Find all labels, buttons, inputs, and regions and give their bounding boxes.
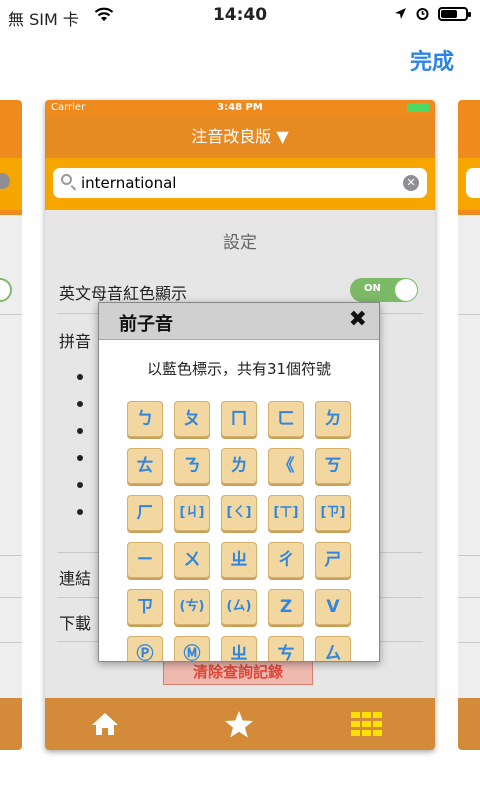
list-bullet [77,428,83,434]
previous-card-preview[interactable] [0,100,22,750]
symbol-key[interactable]: Ⓟ [127,636,163,661]
list-bullet [77,455,83,461]
battery-icon [438,6,471,21]
alarm-icon [416,8,429,20]
status-bar: 無 SIM 卡 14:40 [0,0,480,30]
app-battery-icon [407,103,429,112]
symbol-key[interactable]: Z [268,589,304,625]
symbol-key[interactable]: ㄘ [268,636,304,661]
status-icons [394,6,471,21]
symbol-key[interactable]: ㄆ [174,401,210,437]
symbol-key[interactable]: ㄏ [127,495,163,531]
close-icon[interactable]: ✖ [349,307,367,332]
symbol-key[interactable]: [ㄑ] [221,495,257,531]
symbol-key[interactable]: ㄙ [315,636,351,661]
popup-description: 以藍色標示，共有31個符號 [146,360,332,378]
settings-title: 設定 [223,233,257,253]
star-icon[interactable] [224,710,254,738]
symbol-key[interactable]: ㄗ [127,589,163,625]
list-bullet [77,374,83,380]
tab-bar [45,698,435,750]
symbol-key[interactable]: [ㄐ] [174,495,210,531]
symbol-key[interactable]: [ㄒ] [268,495,304,531]
next-card-preview[interactable] [458,100,480,750]
symbol-key[interactable]: Ⓜ [174,636,210,661]
search-bar: ✕ [45,158,435,210]
list-bullet [77,401,83,407]
symbol-key[interactable]: ㄋ [174,448,210,484]
symbol-key[interactable]: ㄔ [268,542,304,578]
symbol-key[interactable]: ㄇ [221,401,257,437]
symbol-key[interactable]: ㄓ [221,636,257,661]
symbol-key[interactable]: ㄎ [315,448,351,484]
symbol-key[interactable]: ㄌ [221,448,257,484]
symbol-key[interactable]: ㄓ [221,542,257,578]
pinyin-row-label: 拼音 [59,332,92,351]
symbol-key[interactable]: ㄉ [315,401,351,437]
symbol-key[interactable]: ㄈ [268,401,304,437]
symbol-key[interactable]: ㄕ [315,542,351,578]
vowel-highlight-label: 英文母音紅色顯示 [59,284,188,303]
popup-title: 前子音 [119,314,173,335]
consonant-popup[interactable]: 前子音 ✖ 以藍色標示，共有31個符號 ㄅㄆㄇㄈㄉㄊㄋㄌ《ㄎㄏ [ㄐ] [ㄑ] [ㄒ]… [98,302,380,662]
toggle-state-label: ON [364,283,381,294]
search-input[interactable] [81,172,381,194]
done-button[interactable]: 完成 [410,44,454,76]
symbol-key[interactable]: (ㄘ) [174,589,210,625]
search-icon [61,174,72,185]
symbol-key[interactable]: ㄊ [127,448,163,484]
search-field[interactable]: ✕ [53,168,427,198]
app-nav-title[interactable]: 注音改良版 ▼ [45,116,435,158]
vowel-highlight-toggle[interactable]: ON [350,278,418,302]
symbol-key[interactable]: ㄧ [127,542,163,578]
symbol-key[interactable]: ㄨ [174,542,210,578]
list-bullet [77,482,83,488]
symbol-key[interactable]: 《 [268,448,304,484]
link-row-label[interactable]: 連結 [59,565,91,589]
download-row-label[interactable]: 下載 [59,610,91,634]
list-bullet [77,509,83,515]
home-icon[interactable] [91,711,119,737]
symbol-key[interactable]: (ㄙ) [221,589,257,625]
symbol-key[interactable]: ㄅ [127,401,163,437]
symbol-key[interactable]: V [315,589,351,625]
clear-search-icon[interactable]: ✕ [403,175,419,191]
toggle-knob [395,279,417,301]
app-clock: 3:48 PM [217,102,263,113]
popup-header: 前子音 ✖ [99,303,379,340]
app-status-bar: Carrier 3:48 PM [45,100,435,116]
location-icon [395,8,406,19]
grid-icon[interactable] [351,712,383,736]
symbol-key[interactable]: [ㄗ] [315,495,351,531]
